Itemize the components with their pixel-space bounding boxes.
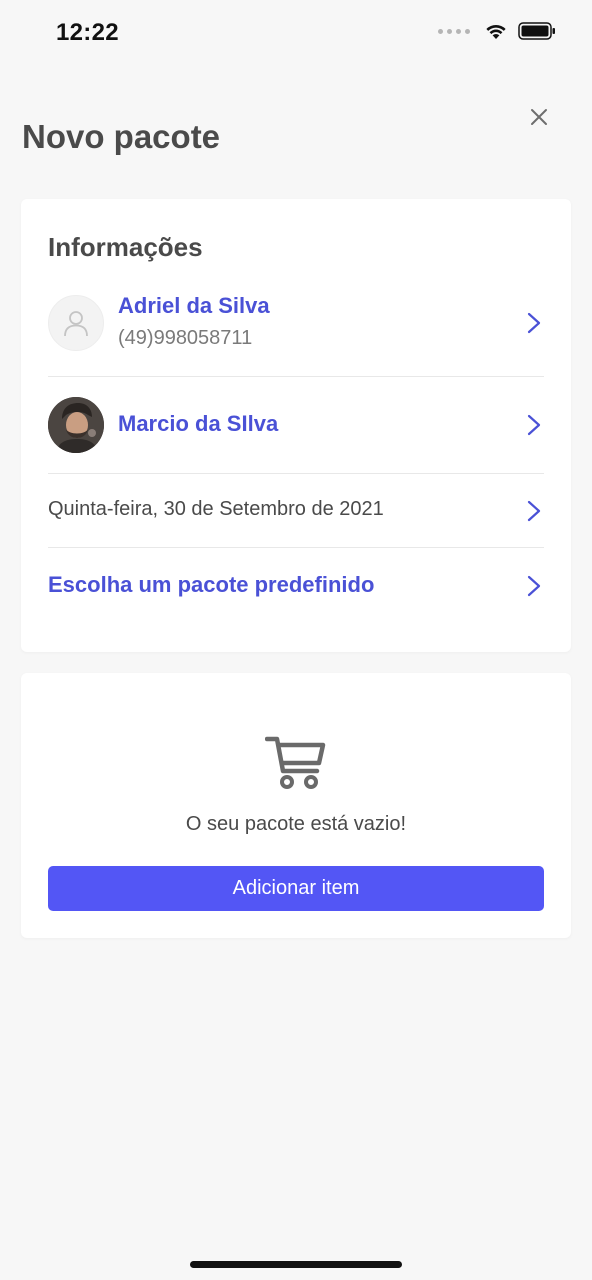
professional-name: Marcio da SIlva: [118, 411, 279, 436]
date-text: Quinta-feira, 30 de Setembro de 2021: [48, 498, 384, 520]
date-row[interactable]: Quinta-feira, 30 de Setembro de 2021: [48, 473, 544, 547]
predefined-package-label: Escolha um pacote predefinido: [48, 572, 375, 597]
client-avatar: [48, 295, 104, 351]
info-card: Informações Adriel da Silva (49)99805871…: [21, 199, 571, 652]
home-indicator[interactable]: [190, 1261, 402, 1268]
close-button[interactable]: [524, 102, 554, 132]
chevron-right-icon: [527, 312, 541, 334]
client-phone: (49)998058711: [118, 327, 253, 349]
professional-avatar: [48, 397, 104, 453]
user-icon: [64, 311, 88, 337]
wifi-icon: [486, 24, 506, 39]
chevron-right-icon: [527, 575, 541, 597]
section-title: Informações: [48, 232, 203, 262]
profile-photo: [48, 397, 104, 453]
client-row[interactable]: Adriel da Silva (49)998058711: [48, 293, 544, 377]
close-icon: [531, 109, 547, 125]
chevron-right-icon: [527, 414, 541, 436]
predefined-package-row[interactable]: Escolha um pacote predefinido: [48, 547, 544, 623]
client-name: Adriel da Silva: [118, 293, 270, 318]
package-card: O seu pacote está vazio! Adicionar item: [21, 673, 571, 938]
chevron-right-icon: [527, 500, 541, 522]
professional-row[interactable]: Marcio da SIlva: [48, 377, 544, 473]
cart-icon: [265, 736, 326, 789]
page-title: Novo pacote: [22, 118, 221, 155]
add-item-button[interactable]: Adicionar item: [48, 866, 544, 911]
battery-icon: [518, 22, 555, 40]
empty-package-message: O seu pacote está vazio!: [185, 813, 407, 835]
status-bar: 12:22: [0, 0, 592, 70]
status-time: 12:22: [56, 19, 119, 46]
signal-dots-icon: [438, 28, 470, 34]
status-icons: [438, 22, 556, 40]
